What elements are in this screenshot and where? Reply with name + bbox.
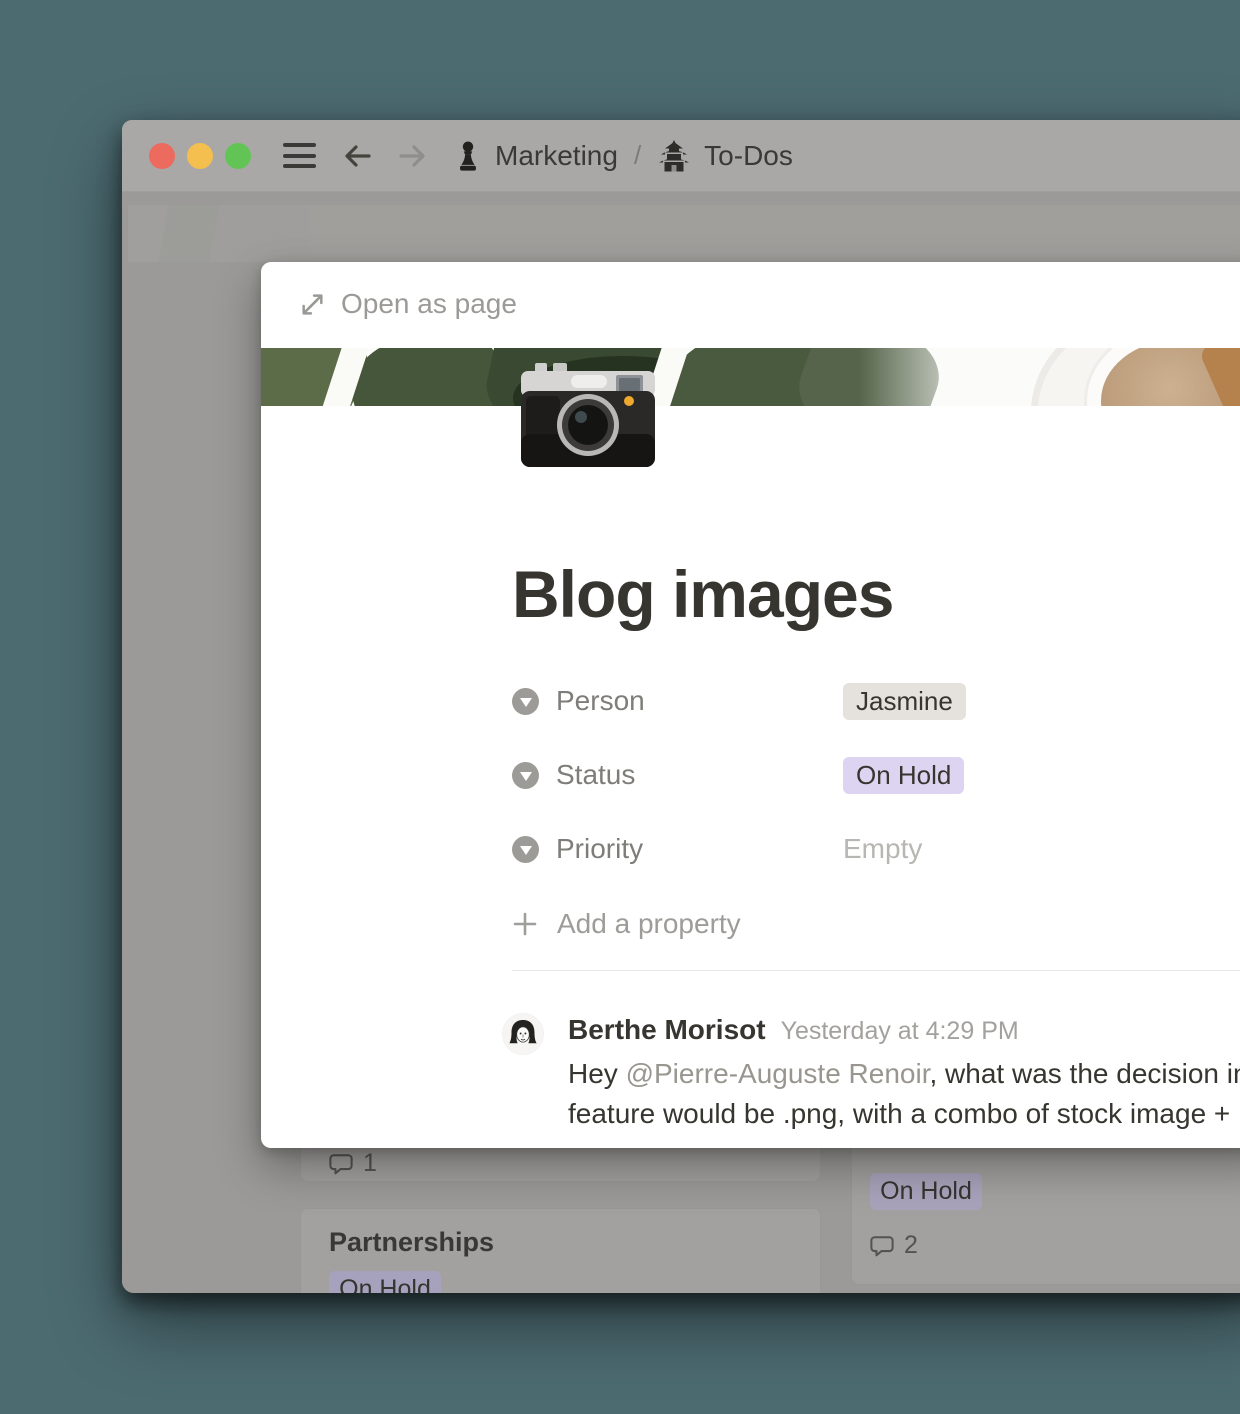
card-title: Partnerships — [329, 1227, 494, 1258]
chess-pawn-icon — [454, 140, 482, 172]
properties-divider — [512, 970, 1240, 971]
dimmed-page-cover-ghost-left — [128, 205, 310, 262]
window-titlebar: Marketing / To-Dos — [122, 120, 1240, 192]
app-window: Marketing / To-Dos — [122, 120, 1240, 1293]
property-row-status[interactable]: Status On Hold — [512, 756, 1240, 794]
comment-author: Berthe Morisot — [568, 1014, 766, 1046]
plus-icon — [512, 911, 538, 937]
card-comment-count: 2 — [870, 1231, 918, 1260]
page-icon-camera[interactable] — [513, 360, 663, 478]
avatar — [503, 1014, 543, 1054]
back-button[interactable] — [342, 141, 372, 171]
comment-icon — [329, 1152, 353, 1176]
breadcrumb-label: To-Dos — [704, 140, 793, 172]
person-value-tag[interactable]: Jasmine — [843, 683, 966, 720]
breadcrumb-item-todos[interactable]: To-Dos — [657, 139, 793, 173]
peek-modal: Open as page — [261, 262, 1240, 1148]
property-key: Priority — [512, 833, 843, 865]
page-title[interactable]: Blog images — [512, 556, 893, 632]
add-property-label: Add a property — [557, 908, 741, 940]
breadcrumb: Marketing / To-Dos — [454, 139, 793, 173]
property-row-person[interactable]: Person Jasmine — [512, 682, 1240, 720]
zoom-window-button[interactable] — [225, 143, 251, 169]
breadcrumb-item-marketing[interactable]: Marketing — [454, 140, 618, 172]
mention-link[interactable]: @Pierre-Auguste Renoir — [626, 1058, 930, 1089]
comment-text-line: feature would be .png, with a combo of s… — [568, 1094, 1240, 1134]
board-card-partnerships: Partnerships On Hold — [300, 1208, 821, 1293]
sidebar-menu-icon[interactable] — [283, 143, 316, 168]
forward-button[interactable] — [398, 141, 428, 171]
cover-fade — [859, 348, 1044, 406]
comment-body: Berthe Morisot Yesterday at 4:29 PM Hey … — [568, 1014, 1240, 1134]
breadcrumb-separator: / — [634, 140, 641, 171]
status-tag: On Hold — [870, 1173, 982, 1210]
status-tag: On Hold — [329, 1271, 441, 1293]
desktop-background: Marketing / To-Dos — [0, 0, 1240, 1414]
card-comment-count: 1 — [329, 1149, 377, 1178]
property-row-priority[interactable]: Priority Empty — [512, 830, 1240, 868]
comment-icon — [870, 1234, 894, 1258]
comment-item: Berthe Morisot Yesterday at 4:29 PM Hey … — [503, 1014, 1240, 1134]
page-cover — [261, 348, 1240, 406]
comment-text: , what was the decision in — [929, 1058, 1240, 1089]
open-as-page-label: Open as page — [341, 288, 517, 320]
open-as-page-button[interactable]: Open as page — [299, 288, 517, 320]
select-property-icon — [512, 762, 539, 789]
comment-text: Hey — [568, 1058, 626, 1089]
select-property-icon — [512, 688, 539, 715]
status-value-tag[interactable]: On Hold — [843, 757, 964, 794]
dimmed-page-cover-ghost — [310, 205, 1240, 262]
property-label: Priority — [556, 833, 643, 865]
comment-header: Berthe Morisot Yesterday at 4:29 PM — [568, 1014, 1240, 1054]
comment-text: feature would be .png, with a combo of s… — [568, 1098, 1230, 1129]
comment-count-label: 1 — [363, 1149, 377, 1178]
comment-count-label: 2 — [904, 1231, 918, 1260]
comment-timestamp: Yesterday at 4:29 PM — [781, 1017, 1019, 1046]
property-label: Person — [556, 685, 645, 717]
expand-icon — [299, 291, 326, 318]
minimize-window-button[interactable] — [187, 143, 213, 169]
empty-value[interactable]: Empty — [843, 833, 922, 865]
comment-text-line: Hey @Pierre-Auguste Renoir, what was the… — [568, 1054, 1240, 1094]
select-property-icon — [512, 836, 539, 863]
japanese-castle-icon — [657, 139, 691, 173]
close-window-button[interactable] — [149, 143, 175, 169]
properties-panel: Person Jasmine Status On Hold Priority — [512, 682, 1240, 904]
breadcrumb-label: Marketing — [495, 140, 618, 172]
property-key: Status — [512, 759, 843, 791]
property-key: Person — [512, 685, 843, 717]
add-property-button[interactable]: Add a property — [512, 908, 741, 940]
camera-icon — [513, 360, 663, 478]
property-label: Status — [556, 759, 635, 791]
